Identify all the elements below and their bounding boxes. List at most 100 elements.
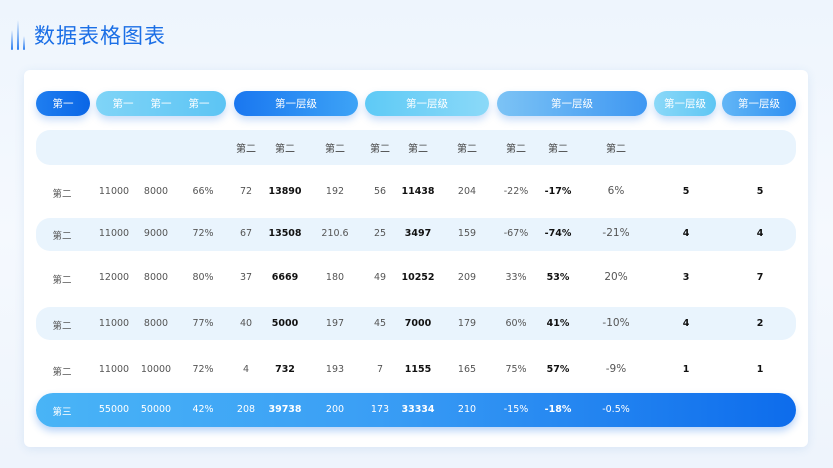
header-level-d[interactable]: 第一层级: [654, 91, 716, 116]
header-first-label: 第一: [52, 98, 74, 110]
table-cell: 8000: [143, 318, 169, 329]
table-card: [24, 70, 808, 447]
table-cell: 1: [682, 364, 690, 375]
table-cell: 5000: [271, 318, 299, 329]
subheader-cell: 第二: [325, 144, 345, 155]
subheader-cell: 第二: [236, 144, 256, 155]
table-cell: 3: [682, 272, 690, 283]
table-cell: -17%: [544, 186, 572, 197]
table-cell: 5: [756, 186, 764, 197]
total-label: 第三: [52, 407, 72, 418]
table-cell: 11000: [98, 186, 130, 197]
table-cell: 210.6: [321, 228, 349, 239]
table-cell: 40: [239, 318, 253, 329]
header-level-b[interactable]: 第一层级: [365, 91, 489, 116]
table-cell: 53%: [546, 272, 570, 283]
table-cell: 11438: [401, 186, 435, 197]
subheader-cell: 第二: [275, 144, 295, 155]
page-title: 数据表格图表: [34, 24, 166, 48]
table-cell: 204: [457, 186, 477, 197]
header-level-a-label: 第一层级: [275, 98, 317, 110]
table-cell: 80%: [192, 272, 214, 283]
table-cell: 41%: [546, 318, 570, 329]
table-cell: 13890: [268, 186, 302, 197]
table-cell: 179: [457, 318, 477, 329]
total-cell: 50000: [140, 404, 172, 415]
header-group1[interactable]: 第一 第一 第一: [96, 91, 226, 116]
table-cell: 37: [239, 272, 253, 283]
table-cell: 192: [325, 186, 345, 197]
header-level-b-label: 第一层级: [406, 98, 448, 110]
total-cell: 210: [457, 404, 477, 415]
table-cell: 4: [682, 228, 690, 239]
table-cell: 72%: [192, 228, 214, 239]
header-level-c[interactable]: 第一层级: [497, 91, 647, 116]
subheader-cell: 第二: [457, 144, 477, 155]
table-cell: 7000: [404, 318, 432, 329]
subheader-cell: 第二: [606, 144, 626, 155]
table-cell: 60%: [505, 318, 527, 329]
table-cell: 732: [275, 364, 295, 375]
table-cell: 11000: [98, 364, 130, 375]
header-first[interactable]: 第一: [36, 91, 90, 116]
table-cell: 72: [239, 186, 253, 197]
total-cell: 200: [325, 404, 345, 415]
header-level-c-label: 第一层级: [551, 98, 593, 110]
table-cell: 77%: [192, 318, 214, 329]
table-cell: 8000: [143, 272, 169, 283]
total-cell: 208: [236, 404, 256, 415]
header-level-d-label: 第一层级: [664, 98, 706, 110]
table-cell: 45: [373, 318, 387, 329]
table-cell: -9%: [605, 363, 627, 375]
table-cell: 10252: [401, 272, 435, 283]
table-cell: 4: [756, 228, 764, 239]
table-cell: 159: [457, 228, 477, 239]
row-label: 第二: [52, 367, 72, 378]
title-decoration-icon: [10, 20, 30, 50]
table-cell: 2: [756, 318, 764, 329]
subheader-cell: 第二: [408, 144, 428, 155]
subheader-cell: 第二: [370, 144, 390, 155]
table-cell: 7: [756, 272, 764, 283]
table-cell: 25: [373, 228, 387, 239]
table-cell: -10%: [602, 317, 630, 329]
total-cell: 39738: [268, 404, 302, 415]
total-cell: -15%: [503, 404, 529, 415]
header-level-e-label: 第一层级: [738, 98, 780, 110]
table-cell: 165: [457, 364, 477, 375]
table-cell: 197: [325, 318, 345, 329]
header-group1-label: 第一: [150, 98, 172, 110]
table-cell: 13508: [268, 228, 302, 239]
table-cell: 72%: [192, 364, 214, 375]
table-cell: 1155: [404, 364, 432, 375]
total-cell: -0.5%: [602, 404, 630, 415]
table-cell: 75%: [505, 364, 527, 375]
table-cell: -22%: [503, 186, 529, 197]
table-cell: 1: [756, 364, 764, 375]
table-cell: 11000: [98, 228, 130, 239]
table-cell: 6669: [271, 272, 299, 283]
table-cell: 4: [682, 318, 690, 329]
table-cell: -74%: [544, 228, 572, 239]
table-cell: 5: [682, 186, 690, 197]
row-label: 第二: [52, 231, 72, 242]
total-cell: 33334: [401, 404, 435, 415]
table-cell: 9000: [143, 228, 169, 239]
row-label: 第二: [52, 321, 72, 332]
table-cell: -21%: [602, 227, 630, 239]
table-cell: 67: [239, 228, 253, 239]
header-level-e[interactable]: 第一层级: [722, 91, 796, 116]
table-cell: -67%: [503, 228, 529, 239]
table-cell: 8000: [143, 186, 169, 197]
table-cell: 209: [457, 272, 477, 283]
total-cell: -18%: [544, 404, 572, 415]
table-cell: 11000: [98, 318, 130, 329]
subheader-cell: 第二: [506, 144, 526, 155]
row-label: 第二: [52, 189, 72, 200]
table-cell: 20%: [604, 271, 628, 283]
header-group1-label: 第一: [188, 98, 210, 110]
table-cell: 56: [373, 186, 387, 197]
table-cell: 10000: [140, 364, 172, 375]
header-level-a[interactable]: 第一层级: [234, 91, 358, 116]
page-header: 数据表格图表: [10, 18, 166, 52]
